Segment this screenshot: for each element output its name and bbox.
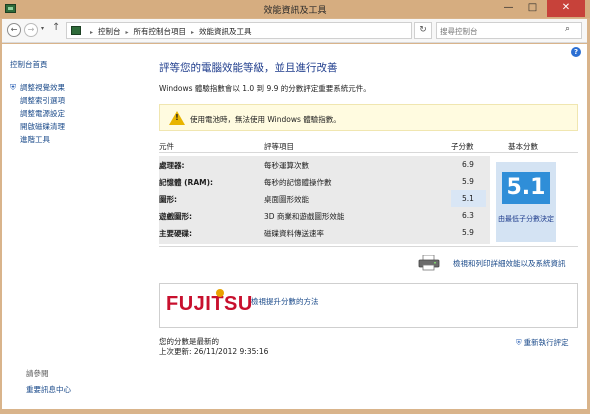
sidebar: 控制台首頁 ⛨ 調整視覺效果 調整索引選項 調整電源設定 開啟磁碟清理 進階工具 …	[2, 44, 145, 409]
close-button[interactable]: ✕	[547, 0, 585, 17]
table-row: 圖形: 桌面圖形效能 5.1	[159, 190, 490, 207]
rating-description: 每秒運算次數	[264, 161, 309, 170]
subscore-value: 5.9	[462, 228, 474, 237]
sidebar-item-label: 開啟磁碟清理	[20, 122, 65, 131]
subscore-value: 5.9	[462, 177, 474, 186]
page-title: 評等您的電腦效能等級，並且進行改善	[159, 62, 338, 74]
main-content: ? 評等您的電腦效能等級，並且進行改善 Windows 體驗指數會以 1.0 到…	[145, 44, 587, 409]
search-input[interactable]	[440, 25, 560, 37]
base-score-panel: 5.1 由最低子分數決定	[496, 162, 556, 242]
sidebar-item-visual-effects[interactable]: ⛨ 調整視覺效果	[10, 82, 65, 95]
title-bar: 效能資訊及工具 — □ ✕	[0, 0, 590, 18]
sidebar-item-label: 調整電源設定	[20, 109, 65, 118]
refresh-button[interactable]: ↻	[414, 22, 432, 39]
table-row: 記憶體 (RAM): 每秒的記憶體操作數 5.9	[159, 173, 490, 190]
view-print-details-link[interactable]: 檢視和列印詳細效能以及系統資訊	[453, 258, 566, 269]
printer-icon	[418, 255, 440, 271]
column-header-rating: 評等項目	[264, 142, 294, 151]
component-name: 遊戲圖形:	[159, 212, 192, 221]
minimize-button[interactable]: —	[497, 0, 520, 17]
recent-locations-chevron-icon[interactable]: ▾	[41, 25, 44, 32]
chevron-right-icon: ▸	[90, 29, 94, 36]
sidebar-tasks: ⛨ 調整視覺效果 調整索引選項 調整電源設定 開啟磁碟清理 進階工具	[10, 82, 65, 147]
warning-mark: !	[175, 113, 179, 122]
sidebar-item-indexing[interactable]: 調整索引選項	[10, 95, 65, 108]
breadcrumb-item[interactable]: 效能資訊及工具	[199, 27, 252, 36]
table-row: 遊戲圖形: 3D 商業和遊戲圖形效能 6.3	[159, 207, 490, 224]
warning-text: 使用電池時，無法使用 Windows 體驗指數。	[190, 115, 341, 124]
maximize-button[interactable]: □	[521, 0, 544, 17]
rerun-assessment-button[interactable]: ⛨ 重新執行評定	[516, 337, 569, 348]
oem-panel: FUJITSU 檢視提升分數的方法	[159, 283, 578, 328]
subscore-value: 6.3	[462, 211, 474, 220]
base-score-note: 由最低子分數決定	[498, 215, 554, 223]
sidebar-item-label: 進階工具	[20, 135, 50, 144]
divider	[159, 152, 578, 153]
shield-icon: ⛨	[516, 338, 522, 347]
control-panel-home-link[interactable]: 控制台首頁	[10, 59, 48, 70]
column-header-basescore: 基本分數	[508, 142, 538, 151]
fujitsu-logo-dot	[216, 289, 224, 297]
subscore-value-lowest: 5.1	[451, 190, 486, 207]
search-box: ⌕	[436, 22, 582, 39]
table-row: 處理器: 每秒運算次數 6.9	[159, 156, 490, 173]
improve-score-link[interactable]: 檢視提升分數的方法	[251, 296, 319, 307]
back-button[interactable]: ←	[7, 23, 21, 37]
component-name: 記憶體 (RAM):	[159, 178, 214, 187]
component-name: 處理器:	[159, 161, 185, 170]
column-header-subscore: 子分數	[451, 142, 474, 151]
sidebar-item-power[interactable]: 調整電源設定	[10, 108, 65, 121]
up-button[interactable]: ↑	[52, 22, 60, 33]
rerun-assessment-label: 重新執行評定	[523, 338, 569, 347]
rating-description: 磁碟資料傳送速率	[264, 229, 324, 238]
sidebar-item-advanced-tools[interactable]: 進階工具	[10, 134, 65, 147]
component-name: 圖形:	[159, 195, 177, 204]
chevron-right-icon[interactable]: ▸	[191, 29, 194, 36]
window: 效能資訊及工具 — □ ✕ ← → ▾ ↑ ▸ 控制台 ▸ 所有控制台項目 ▸ 效能資訊及…	[0, 0, 590, 414]
chevron-right-icon[interactable]: ▸	[126, 29, 129, 36]
see-also-heading: 請參閱	[26, 369, 49, 378]
fujitsu-logo: FUJITSU	[166, 293, 253, 315]
breadcrumb-item[interactable]: 控制台	[98, 27, 121, 36]
divider	[159, 246, 578, 247]
score-status-line: 您的分數是最新的	[159, 337, 219, 346]
battery-warning-banner: ! 使用電池時，無法使用 Windows 體驗指數。	[159, 104, 578, 131]
subscore-value: 6.9	[462, 160, 474, 169]
control-panel-icon	[71, 26, 81, 35]
forward-button[interactable]: →	[24, 23, 38, 37]
action-center-link[interactable]: 重要訊息中心	[26, 384, 71, 395]
sidebar-item-disk-cleanup[interactable]: 開啟磁碟清理	[10, 121, 65, 134]
rating-description: 3D 商業和遊戲圖形效能	[264, 212, 345, 221]
address-bar[interactable]: ▸控制台▸所有控制台項目▸效能資訊及工具 ▾	[66, 22, 463, 39]
shield-icon: ⛨	[10, 83, 16, 92]
table-row: 主要硬碟: 磁碟資料傳送速率 5.9	[159, 224, 490, 241]
column-header-component: 元件	[159, 142, 174, 151]
component-name: 主要硬碟:	[159, 229, 192, 238]
search-icon[interactable]: ⌕	[565, 24, 570, 34]
page-description: Windows 體驗指數會以 1.0 到 9.9 的分數評定重要系統元件。	[159, 84, 371, 93]
help-icon[interactable]: ?	[571, 47, 581, 57]
base-score-tile: 5.1	[502, 172, 550, 204]
score-status: 您的分數是最新的 上次更新: 26/11/2012 9:35:16	[159, 337, 268, 357]
sidebar-item-label: 調整索引選項	[20, 96, 65, 105]
navigation-bar: ← → ▾ ↑ ▸控制台▸所有控制台項目▸效能資訊及工具 ▾ ↻ ⌕	[2, 19, 587, 43]
breadcrumb-item[interactable]: 所有控制台項目	[134, 27, 187, 36]
rating-description: 每秒的記憶體操作數	[264, 178, 332, 187]
rating-description: 桌面圖形效能	[264, 195, 309, 204]
last-updated-line: 上次更新: 26/11/2012 9:35:16	[159, 347, 269, 356]
breadcrumb: ▸ 控制台 ▸ 所有控制台項目 ▸ 效能資訊及工具	[85, 26, 252, 37]
sidebar-item-label: 調整視覺效果	[20, 83, 65, 92]
